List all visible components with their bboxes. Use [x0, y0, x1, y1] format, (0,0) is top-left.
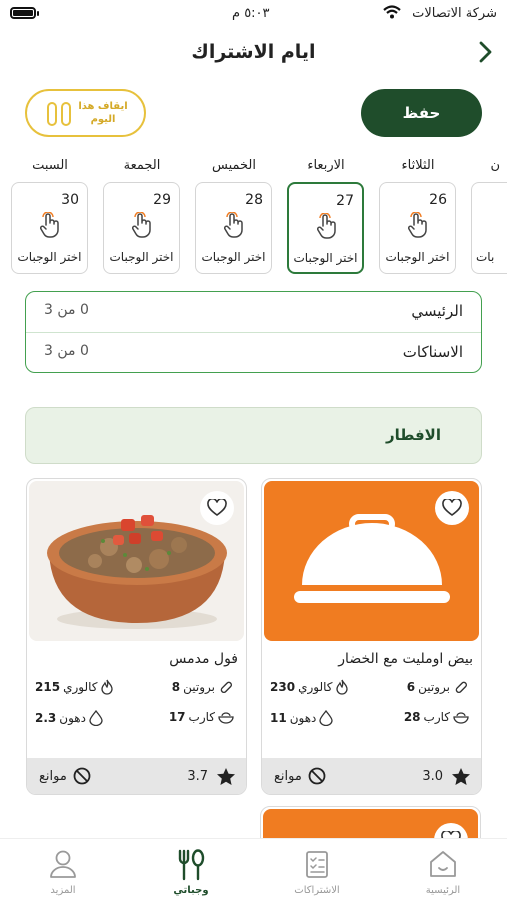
protein-info: بروتين 6 [407, 679, 469, 695]
rating-value: 3.7 [187, 769, 208, 784]
allergens-label: موانع [39, 768, 67, 784]
wifi-icon [383, 5, 401, 19]
day-name-fri: الجمعة [123, 158, 161, 173]
protein-icon [455, 681, 468, 694]
choose-meals-label: اختر الوجبات [293, 251, 358, 265]
day-number: 27 [336, 193, 354, 209]
choose-meals-label: بات [476, 250, 495, 264]
day-card-wed-selected[interactable]: 27 اختر الوجبات [287, 182, 364, 274]
meal-image-foul [29, 481, 244, 641]
tab-label: وجباتي [173, 885, 209, 896]
card-footer: 3.7 موانع [27, 758, 246, 794]
count-label: الرئيسي [411, 302, 463, 320]
prohibited-icon [308, 767, 326, 785]
flame-icon [336, 679, 349, 695]
count-value: 0 من 3 [44, 343, 89, 359]
tab-label: المزيد [50, 885, 76, 896]
day-name-sat: السبت [32, 158, 68, 173]
section-title: الافطار [385, 426, 441, 444]
day-name-thu: الخميس [212, 158, 256, 173]
meal-card[interactable]: فول مدمس بروتين 8 كالوري 215 كارب 17 دهون 2.… [26, 478, 247, 795]
allergens-button[interactable]: موانع [274, 767, 326, 785]
tap-hand-icon [131, 212, 151, 238]
rice-bowl-icon [453, 712, 469, 724]
status-bar: شركة الاتصالات ٥:٠٣ م [0, 0, 507, 30]
star-icon [452, 768, 470, 785]
utensils-icon [178, 849, 205, 881]
oil-drop-icon [319, 710, 334, 726]
meal-image-placeholder [264, 481, 479, 641]
choose-meals-label: اختر الوجبات [109, 250, 174, 264]
day-name-wed: الاربعاء [307, 158, 345, 173]
count-label: الاسناكات [402, 343, 463, 361]
pause-day-label: ايقاف هذا اليوم [78, 101, 128, 125]
count-row-main: الرئيسي 0 من 3 [26, 292, 481, 332]
card-footer: 3.0 موانع [262, 758, 481, 794]
meal-card[interactable]: بيض اومليت مع الخضار بروتين 6 كالوري 230 ك… [261, 478, 482, 795]
protein-info: بروتين 8 [172, 679, 234, 695]
rice-bowl-icon [218, 712, 234, 724]
choose-meals-label: اختر الوجبات [201, 250, 266, 264]
tab-label: الاشتراكات [294, 885, 340, 896]
prohibited-icon [73, 767, 91, 785]
count-value: 0 من 3 [44, 302, 89, 318]
heart-icon [207, 499, 227, 516]
clock: ٥:٠٣ م [232, 6, 270, 21]
tap-hand-icon [223, 212, 243, 238]
save-button[interactable]: حفظ [361, 89, 482, 137]
protein-icon [220, 681, 233, 694]
day-card-partial[interactable]: بات [471, 182, 507, 274]
carbs-info: كارب 28 [404, 710, 469, 724]
count-row-snacks: الاسناكات 0 من 3 [26, 332, 481, 373]
fats-info: دهون 2.3 [35, 710, 103, 726]
pause-icon [47, 102, 71, 126]
home-icon [430, 851, 456, 877]
day-number: 30 [61, 192, 79, 208]
favorite-button[interactable] [200, 491, 234, 525]
battery-tip [37, 11, 39, 16]
person-icon [50, 850, 76, 878]
fats-info: دهون 11 [270, 710, 334, 726]
tap-hand-icon [316, 213, 336, 239]
day-card-sat[interactable]: 30 اختر الوجبات [11, 182, 88, 274]
oil-drop-icon [89, 710, 103, 726]
battery-icon [10, 7, 36, 19]
meal-counts-box: الرئيسي 0 من 3 الاسناكات 0 من 3 [25, 291, 482, 373]
star-icon [217, 768, 235, 785]
rating: 3.7 [187, 767, 236, 786]
meal-name: بيض اومليت مع الخضار [338, 651, 473, 667]
day-number: 26 [429, 192, 447, 208]
day-name-partial: ن [490, 158, 500, 173]
heart-icon [442, 499, 462, 516]
rating: 3.0 [422, 767, 471, 786]
choose-meals-label: اختر الوجبات [17, 250, 82, 264]
calories-info: كالوري 215 [35, 679, 114, 695]
day-card-fri[interactable]: 29 اختر الوجبات [103, 182, 180, 274]
day-number: 28 [245, 192, 263, 208]
allergens-label: موانع [274, 768, 302, 784]
bottom-tab-bar: الرئيسية الاشتراكات وجباتي المزيد [0, 838, 507, 901]
calories-info: كالوري 230 [270, 679, 349, 695]
pause-day-button[interactable]: ايقاف هذا اليوم [25, 89, 146, 137]
tap-hand-icon [39, 212, 59, 238]
day-name-tue: الثلاثاء [401, 158, 435, 173]
tab-label: الرئيسية [425, 885, 461, 896]
favorite-button[interactable] [435, 491, 469, 525]
section-header-breakfast[interactable]: الافطار [25, 407, 482, 464]
page-title: ايام الاشتراك [191, 41, 316, 63]
back-chevron-icon[interactable] [476, 40, 494, 64]
rating-value: 3.0 [422, 769, 443, 784]
subscriptions-icon [306, 851, 328, 878]
tap-hand-icon [407, 212, 427, 238]
carbs-info: كارب 17 [169, 710, 234, 724]
day-number: 29 [153, 192, 171, 208]
day-card-tue[interactable]: 26 اختر الوجبات [379, 182, 456, 274]
flame-icon [101, 679, 114, 695]
choose-meals-label: اختر الوجبات [385, 250, 450, 264]
allergens-button[interactable]: موانع [39, 767, 91, 785]
meal-name: فول مدمس [169, 651, 238, 667]
carrier-label: شركة الاتصالات [412, 6, 497, 21]
day-card-thu[interactable]: 28 اختر الوجبات [195, 182, 272, 274]
